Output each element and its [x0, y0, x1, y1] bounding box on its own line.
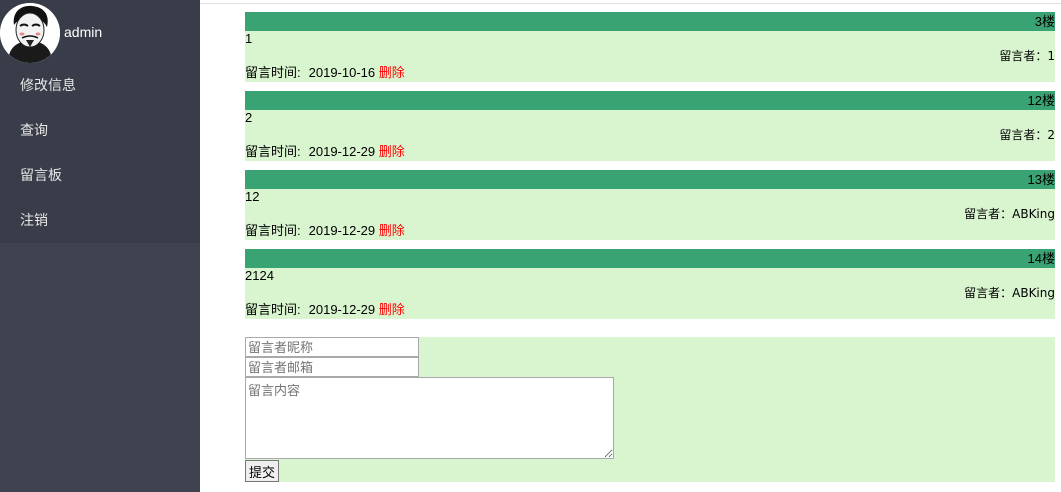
- message-form: 提交: [245, 337, 1055, 482]
- message-item: 12楼 2 留言者：2 留言时间: 2019-12-29 删除: [245, 91, 1055, 161]
- menu-item-query[interactable]: 查询: [0, 108, 200, 153]
- message-author: 留言者：ABKing: [964, 286, 1055, 300]
- message-time: 2019-12-29: [308, 223, 376, 238]
- floor-header: 12楼: [245, 91, 1055, 110]
- message-time: 2019-12-29: [308, 302, 376, 317]
- delete-link[interactable]: 删除: [379, 144, 405, 159]
- floor-header: 14楼: [245, 249, 1055, 268]
- menu-item-logout[interactable]: 注销: [0, 198, 200, 243]
- message-author: 留言者：1: [999, 49, 1055, 63]
- user-bar: admin: [0, 0, 200, 63]
- message-time-row: 留言时间: 2019-12-29 删除: [245, 144, 405, 160]
- message-content: 12: [245, 189, 260, 204]
- floor-header: 13楼: [245, 170, 1055, 189]
- message-time-label: 留言时间:: [245, 144, 301, 159]
- message-content: 1: [245, 31, 253, 46]
- submit-button[interactable]: 提交: [245, 460, 280, 482]
- user-avatar[interactable]: [0, 3, 60, 63]
- message-content-textarea[interactable]: [245, 377, 614, 459]
- user-name: admin: [64, 24, 103, 40]
- message-time-row: 留言时间: 2019-10-16 删除: [245, 65, 405, 81]
- message-content: 2: [245, 110, 253, 125]
- message-author: 留言者：ABKing: [964, 207, 1055, 221]
- message-list: 3楼 1 留言者：1 留言时间: 2019-10-16 删除 12楼 2 留言者：…: [245, 12, 1055, 328]
- message-time-label: 留言时间:: [245, 223, 301, 238]
- message-author: 留言者：2: [999, 128, 1055, 142]
- email-input[interactable]: [245, 357, 419, 377]
- message-item: 3楼 1 留言者：1 留言时间: 2019-10-16 删除: [245, 12, 1055, 82]
- message-item: 13楼 12 留言者：ABKing 留言时间: 2019-12-29 删除: [245, 170, 1055, 240]
- message-time: 2019-10-16: [308, 65, 376, 80]
- message-content: 2124: [245, 268, 274, 283]
- floor-header: 3楼: [245, 12, 1055, 31]
- sidebar-menu: 修改信息 查询 留言板 注销: [0, 63, 200, 243]
- message-item: 14楼 2124 留言者：ABKing 留言时间: 2019-12-29 删除: [245, 249, 1055, 319]
- sidebar: admin 修改信息 查询 留言板 注销: [0, 0, 200, 492]
- masked-face-icon: [0, 3, 60, 63]
- delete-link[interactable]: 删除: [379, 65, 405, 80]
- menu-item-message-board[interactable]: 留言板: [0, 153, 200, 198]
- delete-link[interactable]: 删除: [379, 302, 405, 317]
- message-time-label: 留言时间:: [245, 65, 301, 80]
- menu-item-edit-info[interactable]: 修改信息: [0, 63, 200, 108]
- delete-link[interactable]: 删除: [379, 223, 405, 238]
- message-time-row: 留言时间: 2019-12-29 删除: [245, 302, 405, 318]
- nickname-input[interactable]: [245, 337, 419, 357]
- message-time: 2019-12-29: [308, 144, 376, 159]
- message-time-row: 留言时间: 2019-12-29 删除: [245, 223, 405, 239]
- message-time-label: 留言时间:: [245, 302, 301, 317]
- top-divider: [200, 0, 1061, 4]
